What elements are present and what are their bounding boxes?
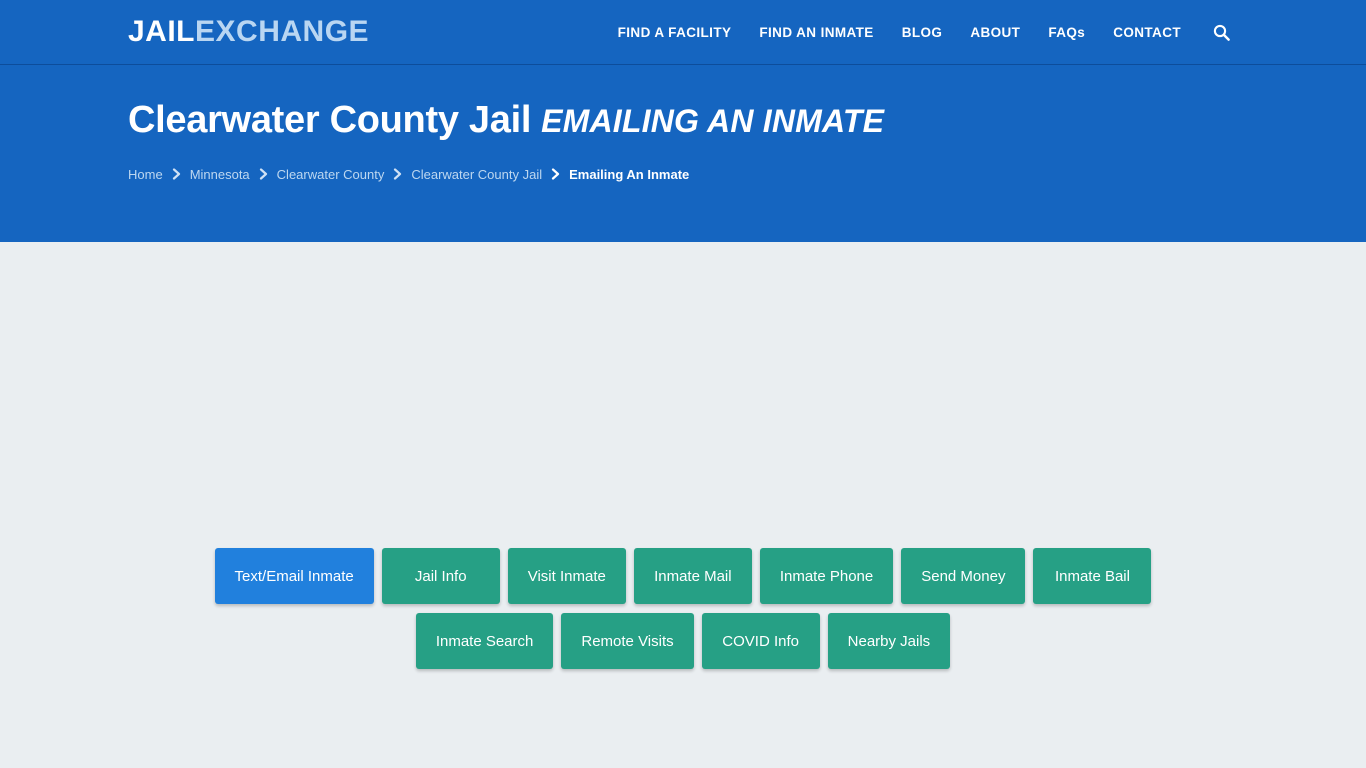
button-send-money[interactable]: Send Money	[901, 548, 1026, 604]
site-logo[interactable]: JAILEXCHANGE	[128, 17, 369, 47]
button-nearby-jails[interactable]: Nearby Jails	[827, 613, 951, 669]
nav-item-find-an-inmate[interactable]: FIND AN INMATE	[745, 19, 887, 46]
main-content: Text/Email Inmate Jail Info Visit Inmate…	[0, 242, 1366, 768]
chevron-right-icon	[393, 168, 402, 180]
button-covid-info[interactable]: COVID Info	[701, 613, 820, 669]
nav-item-about[interactable]: ABOUT	[956, 19, 1034, 46]
breadcrumb: Home Minnesota Clearwater County Clearwa…	[128, 167, 1238, 182]
breadcrumb-item-minnesota[interactable]: Minnesota	[190, 167, 250, 182]
breadcrumb-item-clearwater-county-jail[interactable]: Clearwater County Jail	[411, 167, 542, 182]
button-visit-inmate[interactable]: Visit Inmate	[507, 548, 626, 604]
button-text-email-inmate[interactable]: Text/Email Inmate	[214, 548, 374, 604]
page-title-section: EMAILING AN INMATE	[541, 103, 885, 139]
button-inmate-search[interactable]: Inmate Search	[415, 613, 554, 669]
button-inmate-mail[interactable]: Inmate Mail	[633, 548, 752, 604]
chevron-right-icon	[551, 168, 560, 180]
breadcrumb-item-clearwater-county[interactable]: Clearwater County	[277, 167, 385, 182]
nav-item-find-a-facility[interactable]: FIND A FACILITY	[604, 19, 746, 46]
button-row-secondary: Inmate Search Remote Visits COVID Info N…	[0, 613, 1366, 669]
facility-section-buttons: Text/Email Inmate Jail Info Visit Inmate…	[0, 542, 1366, 669]
page-title: Clearwater County Jail EMAILING AN INMATE	[128, 65, 1238, 141]
chevron-right-icon	[259, 168, 268, 180]
search-icon	[1213, 24, 1230, 41]
page-title-facility: Clearwater County Jail	[128, 99, 532, 141]
logo-text-exchange: EXCHANGE	[195, 15, 370, 48]
page-hero: Clearwater County Jail EMAILING AN INMATE…	[0, 65, 1366, 242]
breadcrumb-item-home[interactable]: Home	[128, 167, 163, 182]
nav-item-blog[interactable]: BLOG	[888, 19, 957, 46]
search-button[interactable]	[1195, 18, 1238, 47]
button-jail-info[interactable]: Jail Info	[381, 548, 500, 604]
breadcrumb-item-current: Emailing An Inmate	[569, 166, 690, 182]
button-remote-visits[interactable]: Remote Visits	[561, 613, 694, 669]
chevron-right-icon	[172, 168, 181, 180]
button-inmate-bail[interactable]: Inmate Bail	[1033, 548, 1152, 604]
nav-item-contact[interactable]: CONTACT	[1099, 19, 1195, 46]
button-row-primary: Text/Email Inmate Jail Info Visit Inmate…	[0, 548, 1366, 604]
nav-item-faqs[interactable]: FAQs	[1034, 19, 1099, 46]
main-navigation: FIND A FACILITY FIND AN INMATE BLOG ABOU…	[604, 18, 1238, 47]
logo-text-jail: JAIL	[128, 15, 196, 48]
advertisement-slot	[0, 242, 1366, 542]
button-inmate-phone[interactable]: Inmate Phone	[759, 548, 894, 604]
top-navbar: JAILEXCHANGE FIND A FACILITY FIND AN INM…	[0, 0, 1366, 65]
